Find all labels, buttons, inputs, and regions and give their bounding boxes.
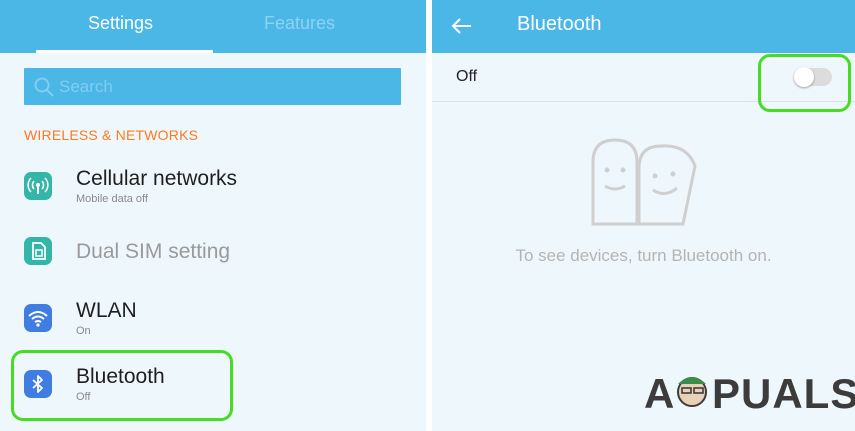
item-subtitle: Mobile data off	[76, 193, 148, 205]
settings-header: Settings Features	[0, 0, 426, 53]
page-title: Bluetooth	[517, 13, 602, 35]
search-placeholder: Search	[59, 77, 113, 96]
tab-settings[interactable]: Settings	[88, 13, 153, 34]
search-icon	[34, 77, 54, 97]
bluetooth-header: Bluetooth	[432, 0, 855, 53]
back-arrow-icon[interactable]	[450, 14, 474, 38]
wifi-icon	[24, 304, 52, 332]
bluetooth-highlight-box	[11, 350, 233, 421]
toggle-highlight-box	[758, 54, 851, 112]
section-title: WIRELESS & NETWORKS	[24, 127, 199, 143]
svg-text:A: A	[644, 370, 675, 416]
empty-state-hint: To see devices, turn Bluetooth on.	[515, 246, 772, 265]
settings-panel: Settings Features Search WIRELESS & NETW…	[0, 0, 426, 431]
cellular-antenna-icon	[24, 172, 52, 200]
tab-features[interactable]: Features	[264, 13, 335, 34]
toggle-label: Off	[456, 68, 478, 85]
item-title: WLAN	[76, 299, 137, 322]
settings-item-dual-sim[interactable]: Dual SIM setting	[0, 236, 426, 268]
bluetooth-panel: Bluetooth Off To see devices, turn Bluet…	[432, 0, 855, 431]
settings-item-wlan[interactable]: WLAN On	[0, 298, 426, 342]
settings-item-cellular[interactable]: Cellular networks Mobile data off	[0, 165, 426, 215]
empty-devices-illustration-icon	[591, 138, 697, 226]
watermark-logo: A PUALS	[644, 368, 855, 426]
item-subtitle: On	[76, 325, 91, 337]
item-title: Dual SIM setting	[76, 240, 231, 263]
item-title: Cellular networks	[76, 167, 238, 190]
search-input[interactable]: Search	[24, 68, 401, 105]
dual-sim-icon	[24, 237, 52, 265]
active-tab-indicator	[36, 50, 213, 53]
svg-text:PUALS: PUALS	[712, 370, 855, 416]
